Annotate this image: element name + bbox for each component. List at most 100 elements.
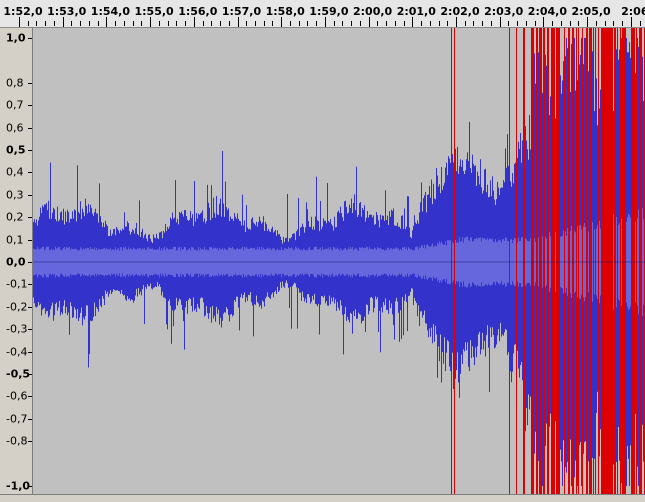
clip-marker [551,28,552,502]
clip-marker [454,28,455,502]
clip-marker [564,28,565,502]
timeline-minor-tick [561,21,562,26]
timeline-label: 2:03,0 [484,5,524,18]
timeline-minor-tick [36,21,37,26]
timeline-label: 1:55,0 [134,5,174,18]
timeline-major-tick [412,17,413,27]
clip-marker [556,28,557,502]
timeline-minor-tick [622,21,623,26]
timeline-minor-tick [439,21,440,26]
timeline-minor-tick [176,21,177,26]
clip-marker [625,28,626,502]
clip-marker [590,28,591,502]
timeline-minor-tick [141,21,142,26]
timeline-minor-tick [395,21,396,26]
timeline-minor-tick [526,21,527,26]
amplitude-label: -0,3 [6,322,28,336]
timeline-label: 1:57,0 [221,5,262,18]
timeline-minor-tick [491,21,492,26]
clip-marker [639,28,640,502]
clip-marker [602,28,603,502]
timeline-minor-tick [89,21,90,26]
timeline-major-tick [281,17,282,27]
clip-marker [523,28,524,502]
clip-marker [598,28,599,502]
timeline-minor-tick [115,21,116,26]
clip-marker [608,28,609,502]
timeline-minor-tick [264,21,265,26]
clip-marker [557,28,558,502]
timeline-minor-tick [360,21,361,26]
timeline-minor-tick [272,21,273,26]
timeline-minor-tick [307,21,308,26]
clip-marker [568,28,569,502]
timeline-minor-tick [255,21,256,26]
timeline-minor-tick [447,21,448,26]
waveform-svg[interactable] [33,28,645,502]
amplitude-label: -0,2 [6,300,28,314]
timeline-minor-tick [465,21,466,26]
clip-marker [611,28,612,502]
amplitude-label: 0,6 [6,121,24,135]
amplitude-tick [28,352,32,353]
amplitude-tick [28,307,32,308]
clip-marker [573,28,574,502]
clip-marker [540,28,541,502]
clip-marker [612,28,613,502]
clip-marker [569,28,570,502]
timeline-minor-tick [98,21,99,26]
amplitude-label: -0,5 [6,367,31,381]
amplitude-tick [28,83,32,84]
timeline-minor-tick [473,21,474,26]
timeline-label: 2:01,0 [396,5,436,18]
timeline-minor-tick [220,21,221,26]
timeline-label: 1:53,0 [47,5,87,18]
clip-marker [589,28,590,502]
timeline-major-tick [63,17,64,27]
clip-marker [536,28,537,502]
clip-marker [641,28,642,502]
amplitude-tick [28,172,32,173]
timeline-minor-tick [124,21,125,26]
timeline-minor-tick [640,21,641,26]
clip-marker [543,28,544,502]
clip-marker [634,28,635,502]
audio-track: 1,0 0,8 0,7 0,6 0,5 0,4 0,3 0,2 0,1 0,0 -0,1 -0,2 -0… [0,28,645,502]
waveform-display[interactable] [33,28,645,502]
clip-marker [539,28,540,502]
clip-marker [622,28,623,502]
amplitude-tick [28,38,32,39]
amplitude-tick [28,240,32,241]
bottom-scrollbar[interactable] [0,494,645,502]
amplitude-tick [28,284,32,285]
amplitude-tick [28,150,32,151]
clip-marker [582,28,583,502]
timeline-minor-tick [386,21,387,26]
timeline-minor-tick [430,21,431,26]
amplitude-label: 0,7 [6,98,24,112]
clip-marker [537,28,538,502]
timeline-label: 2:05,0 [571,5,611,18]
timeline-major-tick [19,17,20,27]
amplitude-tick [28,419,32,420]
timeline-minor-tick [159,21,160,26]
clip-marker [559,28,560,502]
timeline-major-tick [631,17,632,27]
amplitude-tick [28,396,32,397]
amplitude-label: 0,5 [6,143,26,157]
timeline-major-tick [238,17,239,27]
clip-marker [524,28,525,502]
timeline-major-tick [194,17,195,27]
timeline-minor-tick [570,21,571,26]
clip-marker [624,28,625,502]
clip-marker [541,28,542,502]
amplitude-tick [28,486,32,487]
amplitude-label: -0,1 [6,277,28,291]
timeline-minor-tick [54,21,55,26]
timeline-ruler[interactable]: 1:52,0 1:53,0 1:54,0 1:55,0 1:56,0 1:57,0 1:58… [0,0,645,28]
timeline-minor-tick [596,21,597,26]
timeline-label: 2:00,0 [352,5,393,18]
amplitude-tick [28,441,32,442]
clip-marker [609,28,610,502]
clip-marker [617,28,618,502]
